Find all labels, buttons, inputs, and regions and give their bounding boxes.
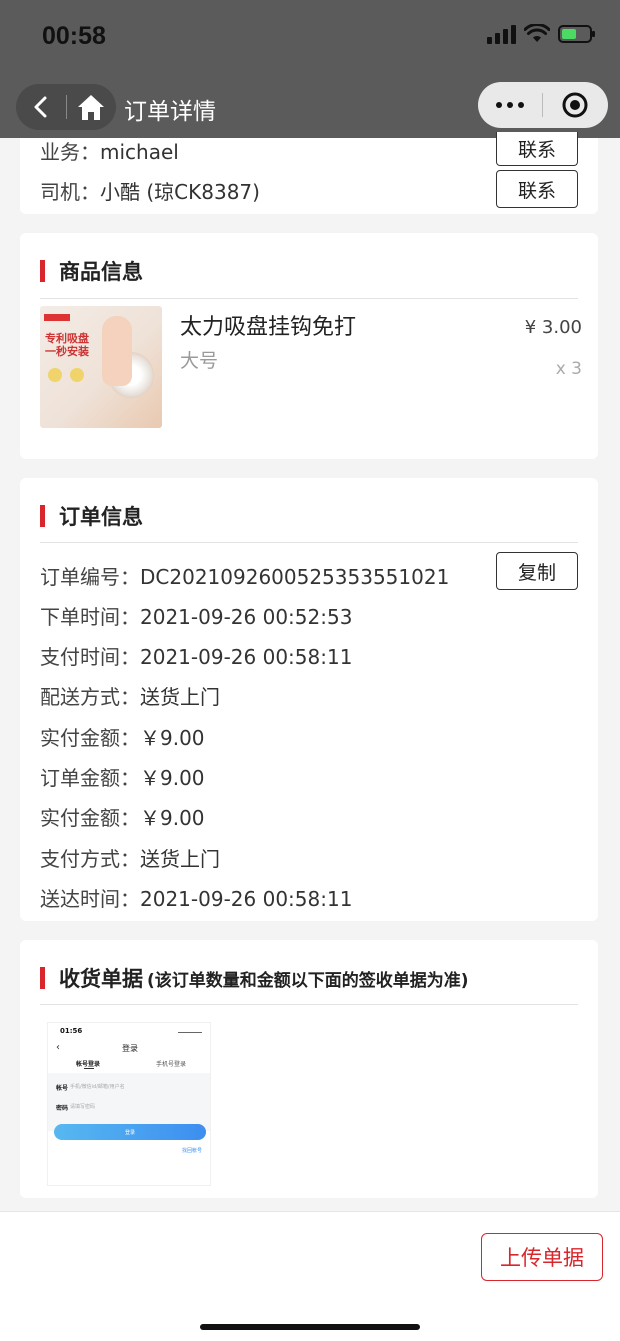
thumb-title: 登录 [122, 1044, 138, 1053]
order-row-label: 订单编号： [40, 565, 140, 589]
order-row-value: 2021-09-26 00:58:11 [140, 887, 353, 911]
status-time: 00:58 [42, 22, 106, 50]
order-row-value: 送货上门 [140, 685, 220, 709]
order-row-value: 送货上门 [140, 847, 220, 871]
section-accent-bar [40, 505, 45, 527]
order-section-header: 订单信息 [40, 501, 143, 531]
receipt-card: 收货单据 (该订单数量和金额以下面的签收单据为准) 01:56 ‹ 登录 帐号登… [20, 940, 598, 1198]
order-row-label: 支付方式： [40, 847, 140, 871]
close-miniprogram-button[interactable] [543, 91, 607, 119]
order-row-delivery-method: 配送方式：送货上门 [40, 681, 220, 710]
receipt-thumbnail[interactable]: 01:56 ‹ 登录 帐号登录 手机号登录 帐号 手机/微信id/邮箱/用户名 … [47, 1022, 211, 1186]
order-row-payment-method: 支付方式：送货上门 [40, 843, 220, 872]
status-icons [487, 24, 595, 44]
thumb-tab-underline [84, 1068, 94, 1069]
divider [40, 542, 578, 543]
sales-name: michael [100, 140, 179, 164]
product-name[interactable]: 太力吸盘挂钩免打 [180, 309, 356, 341]
product-image-caption: 专利吸盘 一秒安装 [45, 332, 89, 358]
more-button[interactable] [478, 102, 542, 108]
order-row-actual-paid-2: 实付金额：￥9.00 [40, 802, 205, 831]
product-image-caption-line1: 专利吸盘 [45, 332, 89, 345]
order-row-value: 2021-09-26 00:58:11 [140, 645, 353, 669]
wifi-icon [524, 24, 550, 42]
order-info-card: 订单信息 订单编号：DC20210926005253535510​21 复制 下… [20, 478, 598, 921]
receipt-section-title: 收货单据 [59, 967, 143, 991]
copy-button[interactable]: 复制 [496, 552, 578, 590]
order-row-label: 下单时间： [40, 605, 140, 629]
order-row-label: 订单金额： [40, 766, 140, 790]
nav-pill [16, 84, 116, 130]
thumb-tab-phone: 手机号登录 [156, 1061, 187, 1068]
home-icon [78, 95, 104, 120]
thumb-forgot-link: 找回帐号 [181, 1148, 202, 1154]
product-card: 商品信息 专利吸盘 一秒安装 太力吸盘挂钩免打 大号 ¥ 3.00 x 3 [20, 233, 598, 459]
target-icon [562, 92, 588, 118]
contact-driver-button[interactable]: 联系 [496, 170, 578, 208]
divider [40, 1004, 578, 1005]
order-number-value: DC20210926005253535510​21 [140, 565, 450, 589]
brand-logo [44, 314, 70, 321]
thumb-tab-account: 帐号登录 [76, 1061, 101, 1068]
thumb-account-label: 帐号 [56, 1085, 69, 1092]
bottom-action-bar: 上传单据 [0, 1211, 620, 1341]
order-row-paid: 支付时间：2021-09-26 00:58:11 [40, 641, 352, 670]
divider [40, 298, 578, 299]
product-image-caption-line2: 一秒安装 [45, 345, 89, 358]
battery-icon [558, 25, 595, 43]
order-row-number: 订单编号：DC20210926005253535510​21 [40, 561, 449, 590]
product-image: 专利吸盘 一秒安装 [40, 306, 162, 428]
thumb-account-placeholder: 手机/微信id/邮箱/用户名 [70, 1084, 125, 1090]
thumb-status-icons [178, 1028, 202, 1033]
thumb-form [48, 1073, 210, 1131]
order-row-label: 实付金额： [40, 726, 140, 750]
order-row-actual-paid: 实付金额：￥9.00 [40, 722, 205, 751]
receipt-section-header: 收货单据 (该订单数量和金额以下面的签收单据为准) [40, 963, 469, 993]
chevron-left-icon [34, 96, 47, 118]
cellular-signal-icon [487, 24, 516, 44]
order-row-order-amount: 订单金额：￥9.00 [40, 762, 205, 791]
product-section-header: 商品信息 [40, 256, 143, 286]
home-indicator [200, 1324, 420, 1330]
product-quantity: x 3 [555, 359, 582, 379]
order-row-label: 支付时间： [40, 645, 140, 669]
order-row-delivered: 送达时间：2021-09-26 00:58:11 [40, 883, 352, 912]
order-row-value: ￥9.00 [140, 726, 205, 750]
contact-sales-button[interactable]: 联系 [496, 132, 578, 166]
hand-graphic [102, 316, 132, 386]
sales-row: 业务：michael [40, 136, 179, 165]
thumb-login-button: 登录 [54, 1124, 206, 1140]
order-row-value: ￥9.00 [140, 806, 205, 830]
product-section-title: 商品信息 [59, 260, 143, 284]
top-bar: 00:58 订单详情 [0, 0, 620, 138]
thumb-time: 01:56 [60, 1027, 83, 1035]
order-row-created: 下单时间：2021-09-26 00:52:53 [40, 601, 352, 630]
feature-dots [48, 368, 84, 382]
back-button[interactable] [16, 84, 66, 130]
page-title: 订单详情 [124, 99, 216, 125]
contacts-card: 业务：michael 联系 司机：小酷 (琼CK8387) 联系 [20, 132, 598, 214]
driver-name: 小酷 (琼CK8387) [100, 180, 260, 204]
order-row-label: 送达时间： [40, 887, 140, 911]
order-row-value: ￥9.00 [140, 766, 205, 790]
order-row-label: 实付金额： [40, 806, 140, 830]
section-accent-bar [40, 260, 45, 282]
product-spec: 大号 [180, 350, 219, 372]
driver-label: 司机： [40, 180, 100, 204]
section-accent-bar [40, 967, 45, 989]
upload-receipt-button[interactable]: 上传单据 [481, 1233, 603, 1281]
receipt-section-subtitle: (该订单数量和金额以下面的签收单据为准) [147, 970, 469, 991]
order-row-label: 配送方式： [40, 685, 140, 709]
order-section-title: 订单信息 [59, 505, 143, 529]
product-price: ¥ 3.00 [524, 317, 582, 338]
miniprogram-capsule [478, 82, 608, 128]
home-button[interactable] [67, 84, 115, 130]
thumb-password-placeholder: 请填写密码 [70, 1104, 96, 1110]
thumb-password-label: 密码 [56, 1105, 69, 1112]
sales-label: 业务： [40, 140, 100, 164]
thumb-login-label: 登录 [124, 1129, 135, 1136]
order-row-value: 2021-09-26 00:52:53 [140, 605, 353, 629]
driver-row: 司机：小酷 (琼CK8387) [40, 176, 260, 205]
